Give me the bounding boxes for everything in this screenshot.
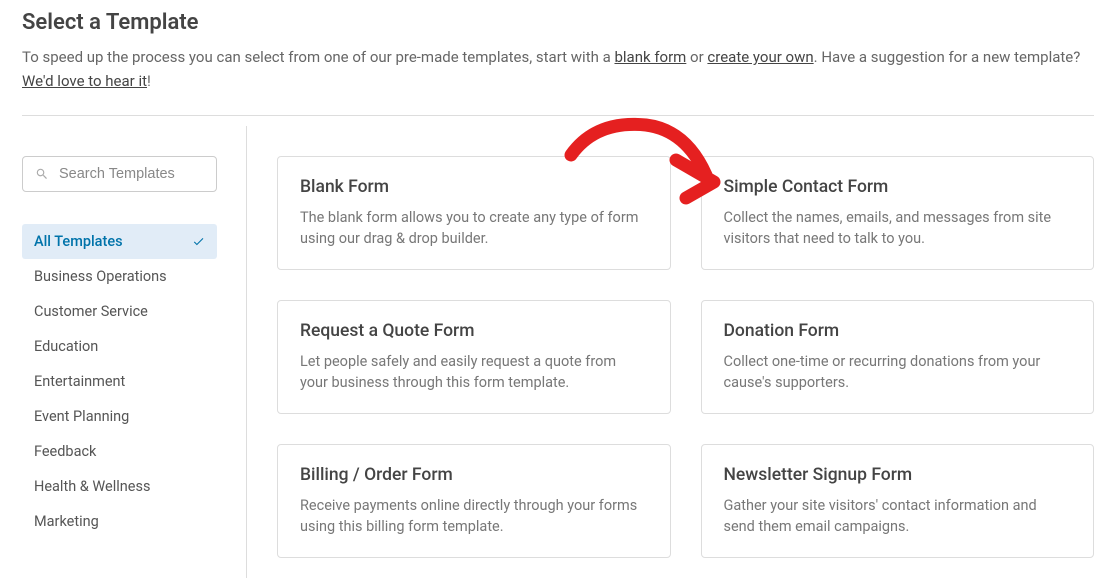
- template-card-donation-form[interactable]: Donation Form Collect one-time or recurr…: [701, 300, 1095, 414]
- template-title: Blank Form: [300, 177, 648, 197]
- blank-form-link[interactable]: blank form: [614, 48, 686, 66]
- template-card-billing-order-form[interactable]: Billing / Order Form Receive payments on…: [277, 444, 671, 558]
- template-title: Simple Contact Form: [724, 177, 1072, 197]
- template-title: Donation Form: [724, 321, 1072, 341]
- template-desc: Let people safely and easily request a q…: [300, 351, 648, 393]
- template-title: Newsletter Signup Form: [724, 465, 1072, 485]
- template-desc: The blank form allows you to create any …: [300, 207, 648, 249]
- category-marketing[interactable]: Marketing: [22, 504, 217, 539]
- category-education[interactable]: Education: [22, 329, 217, 364]
- check-icon: [192, 235, 205, 248]
- category-event-planning[interactable]: Event Planning: [22, 399, 217, 434]
- search-icon: [35, 167, 49, 181]
- template-desc: Receive payments online directly through…: [300, 495, 648, 537]
- search-input[interactable]: [59, 166, 204, 182]
- page-description: To speed up the process you can select f…: [22, 45, 1094, 93]
- search-box[interactable]: [22, 156, 217, 192]
- category-customer-service[interactable]: Customer Service: [22, 294, 217, 329]
- category-label: Feedback: [34, 443, 96, 460]
- category-business-operations[interactable]: Business Operations: [22, 259, 217, 294]
- category-label: Marketing: [34, 513, 99, 530]
- desc-text: To speed up the process you can select f…: [22, 48, 614, 66]
- templates-grid: Blank Form The blank form allows you to …: [247, 126, 1094, 578]
- desc-text: !: [147, 72, 151, 90]
- template-title: Billing / Order Form: [300, 465, 648, 485]
- template-desc: Gather your site visitors' contact infor…: [724, 495, 1072, 537]
- category-label: Health & Wellness: [34, 478, 150, 495]
- template-card-simple-contact-form[interactable]: Simple Contact Form Collect the names, e…: [701, 156, 1095, 270]
- category-label: Education: [34, 338, 98, 355]
- category-label: Event Planning: [34, 408, 129, 425]
- category-entertainment[interactable]: Entertainment: [22, 364, 217, 399]
- create-your-own-link[interactable]: create your own: [707, 48, 813, 66]
- template-card-blank-form[interactable]: Blank Form The blank form allows you to …: [277, 156, 671, 270]
- sidebar: All Templates Business Operations Custom…: [22, 126, 247, 578]
- page-title: Select a Template: [22, 10, 1094, 35]
- category-label: All Templates: [34, 233, 123, 250]
- category-label: Entertainment: [34, 373, 125, 390]
- category-feedback[interactable]: Feedback: [22, 434, 217, 469]
- template-card-request-quote-form[interactable]: Request a Quote Form Let people safely a…: [277, 300, 671, 414]
- template-desc: Collect the names, emails, and messages …: [724, 207, 1072, 249]
- category-health-wellness[interactable]: Health & Wellness: [22, 469, 217, 504]
- suggestion-link[interactable]: We'd love to hear it: [22, 72, 147, 90]
- template-desc: Collect one-time or recurring donations …: [724, 351, 1072, 393]
- desc-text: . Have a suggestion for a new template?: [814, 48, 1081, 66]
- category-label: Business Operations: [34, 268, 167, 285]
- category-label: Customer Service: [34, 303, 148, 320]
- desc-text: or: [686, 48, 707, 66]
- category-list: All Templates Business Operations Custom…: [22, 224, 217, 539]
- template-title: Request a Quote Form: [300, 321, 648, 341]
- template-card-newsletter-signup-form[interactable]: Newsletter Signup Form Gather your site …: [701, 444, 1095, 558]
- category-all-templates[interactable]: All Templates: [22, 224, 217, 259]
